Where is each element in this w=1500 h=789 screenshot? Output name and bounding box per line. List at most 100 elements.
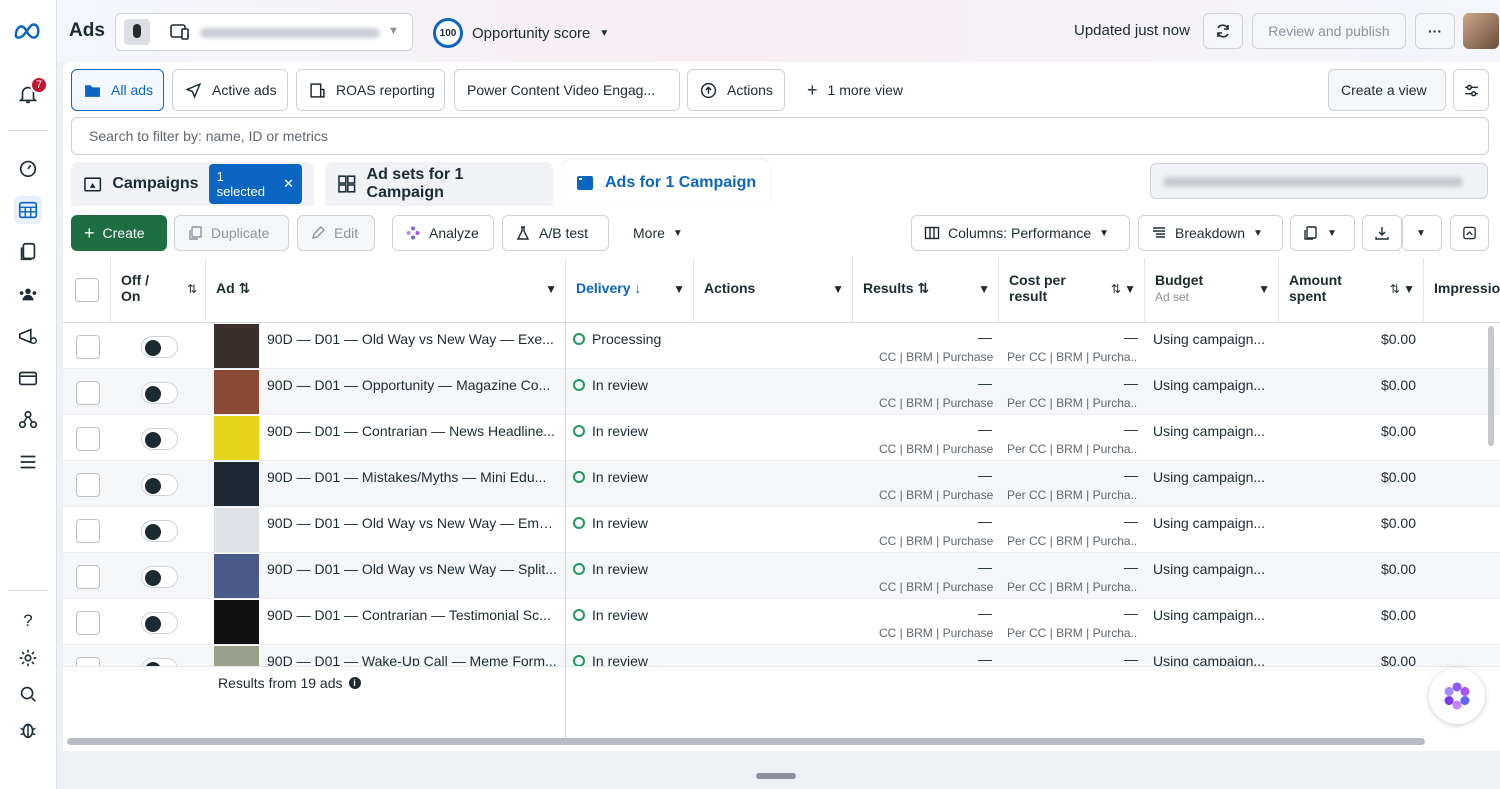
- close-icon[interactable]: ✕: [283, 176, 294, 192]
- header-results[interactable]: Results ⇅ ▼: [853, 258, 999, 322]
- view-power-content[interactable]: Power Content Video Engag...: [454, 69, 680, 111]
- on-off-toggle[interactable]: [141, 566, 178, 588]
- search-input[interactable]: Search to filter by: name, ID or metrics: [71, 117, 1489, 155]
- review-and-publish-button[interactable]: Review and publish: [1252, 13, 1406, 49]
- header-actions[interactable]: Actions ▼: [694, 258, 853, 322]
- ab-test-button[interactable]: A/B test: [502, 215, 609, 251]
- caret-down-icon[interactable]: ▼: [978, 282, 990, 296]
- reports-dropdown[interactable]: ▼: [1290, 215, 1355, 251]
- open-charts-button[interactable]: [1450, 215, 1489, 251]
- ad-thumbnail[interactable]: [214, 554, 259, 598]
- caret-down-icon[interactable]: ▼: [545, 282, 557, 296]
- ad-name[interactable]: 90D — D01 — Wake-Up Call — Meme Form...: [267, 653, 557, 666]
- on-off-toggle[interactable]: [141, 658, 178, 666]
- on-off-toggle[interactable]: [141, 612, 178, 634]
- ad-name[interactable]: 90D — D01 — Contrarian — News Headline..…: [267, 423, 557, 439]
- edit-button[interactable]: Edit: [297, 215, 375, 251]
- view-all-ads[interactable]: All ads: [71, 69, 164, 111]
- billing-card-icon[interactable]: [14, 364, 42, 392]
- row-checkbox[interactable]: [76, 427, 100, 451]
- row-checkbox[interactable]: [76, 335, 100, 359]
- caret-down-icon[interactable]: ▼: [1258, 282, 1270, 296]
- table-row[interactable]: 90D — D01 — Old Way vs New Way — Split..…: [63, 553, 1500, 599]
- ad-thumbnail[interactable]: [214, 370, 259, 414]
- sort-down-icon[interactable]: ↓: [634, 280, 641, 296]
- table-row[interactable]: 90D — D01 — Old Way vs New Way — Ema... I…: [63, 507, 1500, 553]
- opportunity-score[interactable]: 100 Opportunity score ▼: [433, 18, 609, 48]
- ad-name[interactable]: 90D — D01 — Old Way vs New Way — Split..…: [267, 561, 557, 577]
- horizontal-scrollbar[interactable]: [67, 738, 1425, 745]
- view-active-ads[interactable]: Active ads: [172, 69, 288, 111]
- columns-dropdown[interactable]: Columns: Performance ▼: [911, 215, 1130, 251]
- caret-down-icon[interactable]: ▼: [673, 282, 685, 296]
- row-checkbox[interactable]: [76, 473, 100, 497]
- row-checkbox[interactable]: [76, 381, 100, 405]
- table-row[interactable]: 90D — D01 — Opportunity — Magazine Co...…: [63, 369, 1500, 415]
- header-amount-spent[interactable]: Amount spent ⇅ ▼: [1279, 258, 1424, 322]
- sort-icon[interactable]: ⇅: [239, 280, 251, 296]
- ad-name[interactable]: 90D — D01 — Contrarian — Testimonial Sc.…: [267, 607, 557, 623]
- ads-manager-table-icon[interactable]: [14, 196, 42, 224]
- ad-name[interactable]: 90D — D01 — Mistakes/Myths — Mini Edu...: [267, 469, 557, 485]
- on-off-toggle[interactable]: [141, 382, 178, 404]
- sort-icon[interactable]: ⇅: [187, 282, 197, 296]
- ad-thumbnail[interactable]: [214, 416, 259, 460]
- documents-icon[interactable]: [14, 238, 42, 266]
- on-off-toggle[interactable]: [141, 336, 178, 358]
- duplicate-button[interactable]: Duplicate: [174, 215, 289, 251]
- on-off-toggle[interactable]: [141, 474, 178, 496]
- ad-thumbnail[interactable]: [214, 508, 259, 552]
- ad-account-selector[interactable]: ▼: [115, 13, 413, 51]
- selected-pill[interactable]: 1 selected ✕: [208, 164, 302, 204]
- date-range-picker[interactable]: [1150, 163, 1488, 199]
- ad-name[interactable]: 90D — D01 — Opportunity — Magazine Co...: [267, 377, 557, 393]
- campaign-settings-icon[interactable]: [14, 322, 42, 350]
- select-all-checkbox[interactable]: [75, 278, 99, 302]
- row-checkbox[interactable]: [76, 657, 100, 666]
- ad-name[interactable]: 90D — D01 — Old Way vs New Way — Ema...: [267, 515, 557, 531]
- header-cost-per-result[interactable]: Cost per result ⇅ ▼: [999, 258, 1145, 322]
- menu-hamburger-icon[interactable]: [14, 448, 42, 476]
- user-avatar[interactable]: [1463, 13, 1499, 49]
- dashboard-gauge-icon[interactable]: [14, 154, 42, 182]
- table-row[interactable]: 90D — D01 — Mistakes/Myths — Mini Edu...…: [63, 461, 1500, 507]
- ad-thumbnail[interactable]: [214, 646, 259, 666]
- table-row[interactable]: 90D — D01 — Contrarian — News Headline..…: [63, 415, 1500, 461]
- bug-report-icon[interactable]: [14, 716, 42, 744]
- more-button[interactable]: More ▼: [621, 215, 701, 251]
- more-options-button[interactable]: ···: [1415, 13, 1455, 49]
- ad-thumbnail[interactable]: [214, 324, 259, 368]
- header-budget[interactable]: Budget Ad set ▼: [1145, 258, 1279, 322]
- more-views-button[interactable]: + 1 more view: [795, 69, 915, 111]
- on-off-toggle[interactable]: [141, 428, 178, 450]
- view-roas-reporting[interactable]: ROAS reporting: [296, 69, 445, 111]
- tab-campaigns[interactable]: Campaigns 1 selected ✕: [71, 162, 314, 206]
- sort-icon[interactable]: ⇅: [917, 280, 929, 296]
- on-off-toggle[interactable]: [141, 520, 178, 542]
- export-button[interactable]: [1362, 215, 1402, 251]
- ad-name[interactable]: 90D — D01 — Old Way vs New Way — Exe...: [267, 331, 557, 347]
- ad-thumbnail[interactable]: [214, 600, 259, 644]
- resize-handle[interactable]: [756, 773, 796, 779]
- view-actions[interactable]: Actions: [687, 69, 785, 111]
- header-off-on[interactable]: Off / On ⇅: [111, 258, 206, 322]
- export-options-dropdown[interactable]: ▼: [1402, 215, 1442, 251]
- create-button[interactable]: + Create: [71, 215, 167, 251]
- settings-gear-icon[interactable]: [14, 644, 42, 672]
- create-view-button[interactable]: Create a view: [1328, 69, 1446, 111]
- row-checkbox[interactable]: [76, 611, 100, 635]
- help-icon[interactable]: ?: [14, 607, 42, 635]
- ai-assistant-button[interactable]: [1429, 668, 1485, 724]
- row-checkbox[interactable]: [76, 565, 100, 589]
- header-impressions[interactable]: Impressio: [1424, 258, 1500, 322]
- row-checkbox[interactable]: [76, 519, 100, 543]
- vertical-scrollbar[interactable]: [1488, 326, 1494, 446]
- table-row[interactable]: 90D — D01 — Old Way vs New Way — Exe... P…: [63, 323, 1500, 369]
- audiences-icon[interactable]: [14, 280, 42, 308]
- header-delivery[interactable]: Delivery ↓ ▼: [566, 258, 694, 322]
- search-icon[interactable]: [14, 680, 42, 708]
- meta-logo-icon[interactable]: [12, 18, 44, 46]
- analyze-button[interactable]: Analyze: [392, 215, 494, 251]
- sort-icon[interactable]: ⇅ ▼: [1390, 282, 1415, 296]
- table-row[interactable]: 90D — D01 — Wake-Up Call — Meme Form... I…: [63, 645, 1500, 666]
